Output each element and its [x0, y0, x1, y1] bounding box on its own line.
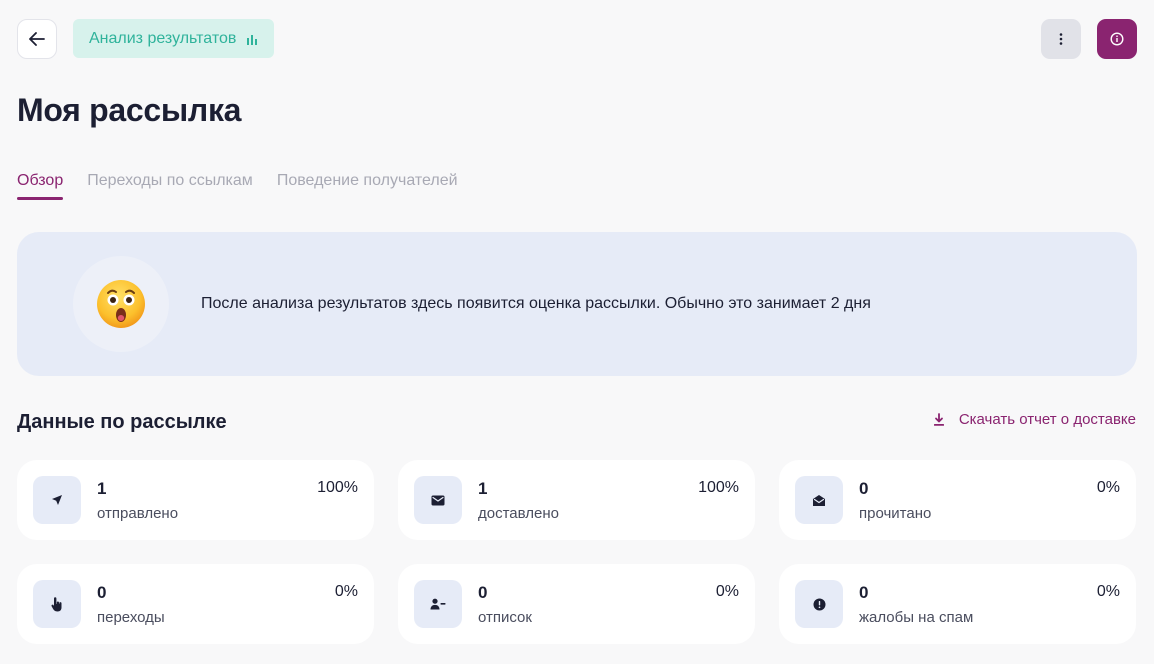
- stat-percent: 0%: [1096, 583, 1120, 600]
- send-icon: [52, 495, 62, 505]
- stat-card-read: 0 прочитано 0%: [779, 460, 1136, 540]
- stat-icon-container: [33, 580, 81, 628]
- stat-icon-container: [795, 476, 843, 524]
- stat-value: 0: [859, 583, 869, 602]
- stat-percent: 0%: [334, 583, 358, 600]
- tab-recipient-behavior[interactable]: Поведение получателей: [277, 172, 458, 200]
- download-icon: [933, 413, 944, 426]
- stat-icon-container: [795, 580, 843, 628]
- info-button[interactable]: [1097, 19, 1137, 59]
- stat-value: 0: [97, 583, 107, 602]
- tab-bar: Обзор Переходы по ссылкам Поведение полу…: [17, 172, 458, 200]
- stat-label: доставлено: [478, 505, 559, 522]
- stat-percent: 0%: [1096, 479, 1120, 496]
- stat-label: жалобы на спам: [859, 609, 974, 626]
- analysis-results-button[interactable]: Анализ результатов: [73, 19, 275, 58]
- stat-label: отправлено: [97, 505, 179, 522]
- open-envelope-icon: [813, 494, 825, 506]
- stat-value: 0: [478, 583, 488, 602]
- stat-card-sent: 1 отправлено 100%: [17, 460, 374, 540]
- astonished-face-icon: [97, 280, 145, 328]
- emoji-badge: [73, 256, 169, 352]
- info-icon: [1110, 32, 1124, 46]
- pointer-hand-icon: [51, 596, 62, 611]
- stat-icon-container: [414, 476, 462, 524]
- stat-label: отписок: [478, 609, 532, 626]
- alert-circle-icon: [813, 598, 825, 610]
- stat-card-clicks: 0 переходы 0%: [17, 564, 374, 644]
- stat-percent: 100%: [317, 479, 358, 496]
- analysis-results-label: Анализ результатов: [89, 29, 237, 47]
- stat-card-delivered: 1 доставлено 100%: [398, 460, 755, 540]
- back-button[interactable]: [17, 19, 57, 59]
- more-options-button[interactable]: [1041, 19, 1081, 59]
- stat-value: 1: [478, 479, 488, 498]
- notice-text: После анализа результатов здесь появится…: [201, 295, 871, 312]
- stat-value: 1: [97, 479, 107, 498]
- stat-card-unsubscribes: 0 отписок 0%: [398, 564, 755, 644]
- user-minus-icon: [430, 598, 446, 610]
- more-vertical-icon: [1059, 33, 1063, 45]
- stat-percent: 0%: [715, 583, 739, 600]
- tab-link-clicks[interactable]: Переходы по ссылкам: [87, 172, 253, 200]
- stat-icon-container: [414, 580, 462, 628]
- stat-percent: 100%: [698, 479, 739, 496]
- download-label: Скачать отчет о доставке: [958, 411, 1136, 428]
- stat-card-spam-complaints: 0 жалобы на спам 0%: [779, 564, 1136, 644]
- analysis-notice-banner: После анализа результатов здесь появится…: [17, 232, 1137, 376]
- stat-icon-container: [33, 476, 81, 524]
- arrow-left-icon: [29, 32, 45, 46]
- tab-overview[interactable]: Обзор: [17, 172, 64, 200]
- page-title: Моя рассылка: [17, 92, 242, 128]
- envelope-icon: [431, 495, 445, 505]
- section-title: Данные по рассылке: [17, 411, 227, 433]
- download-delivery-report-link[interactable]: Скачать отчет о доставке: [933, 411, 1136, 428]
- stat-label: переходы: [97, 609, 165, 626]
- bar-chart-icon: [247, 34, 258, 45]
- stat-value: 0: [859, 479, 869, 498]
- stat-label: прочитано: [859, 505, 932, 522]
